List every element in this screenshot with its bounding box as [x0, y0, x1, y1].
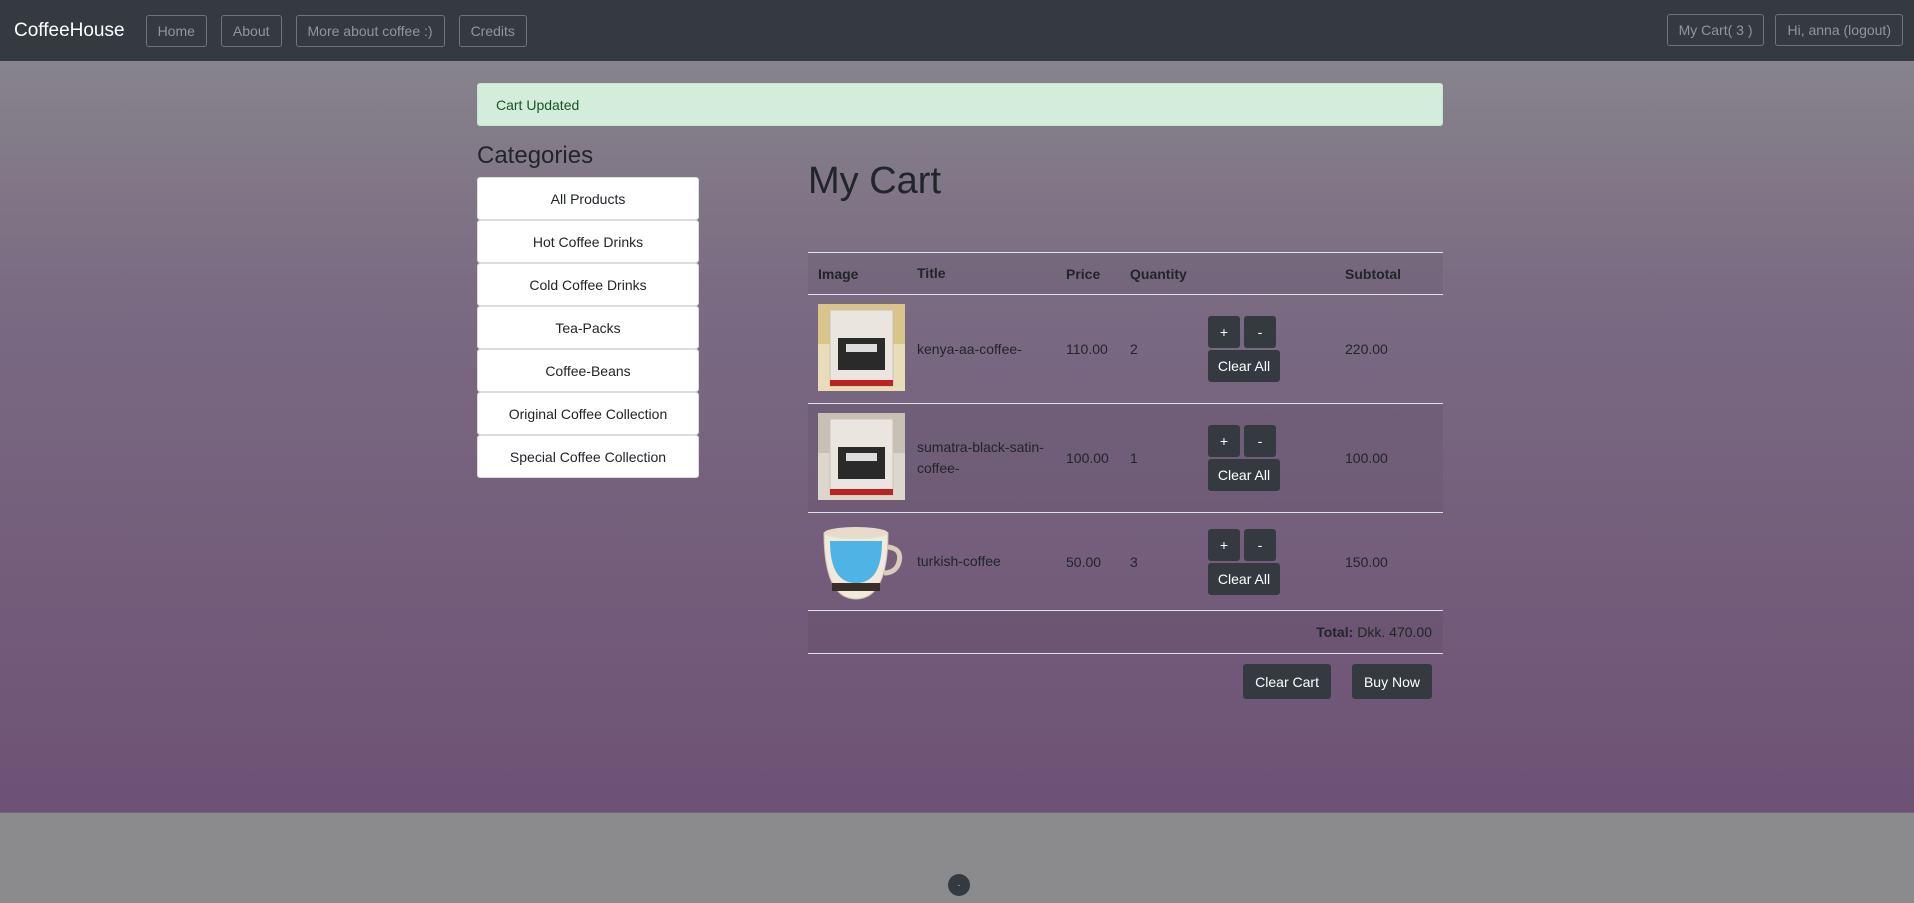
- clear-all-button[interactable]: Clear All: [1208, 350, 1280, 382]
- categories-list: All Products Hot Coffee Drinks Cold Coff…: [477, 177, 699, 478]
- header-title: Title: [917, 265, 946, 281]
- cart-actions: Clear Cart Buy Now: [808, 664, 1443, 699]
- cart-item-quantity: 3: [1130, 553, 1138, 570]
- navbar: CoffeeHouse Home About More about coffee…: [0, 0, 1914, 61]
- increase-quantity-button[interactable]: +: [1208, 528, 1240, 561]
- cart-item-title: kenya-aa-coffee-: [917, 340, 1022, 357]
- category-hot-coffee-drinks[interactable]: Hot Coffee Drinks: [477, 220, 699, 263]
- scroll-top-button[interactable]: ·: [948, 874, 970, 896]
- my-cart-button[interactable]: My Cart( 3 ): [1666, 14, 1765, 46]
- header-subtotal: Subtotal: [1345, 265, 1401, 282]
- cart-updated-alert: Cart Updated: [477, 83, 1443, 126]
- decrease-quantity-button[interactable]: -: [1244, 425, 1276, 457]
- nav-about-button[interactable]: About: [220, 14, 282, 47]
- cart-item-quantity: 2: [1130, 341, 1138, 357]
- cart-item-subtotal: 100.00: [1345, 450, 1388, 466]
- total-label: Total:: [1316, 624, 1354, 640]
- alert-text: Cart Updated: [496, 96, 580, 113]
- cart-item-quantity: 1: [1130, 450, 1138, 466]
- nav-credits-button[interactable]: Credits: [458, 14, 527, 47]
- clear-all-button[interactable]: Clear All: [1208, 459, 1280, 491]
- table-row: turkish-coffee 50.00 3 + - Clear All 150.…: [808, 513, 1443, 611]
- cart-item-price: 100.00: [1066, 450, 1109, 466]
- cart-item-title: sumatra-black-satin-coffee-: [917, 439, 1044, 476]
- category-special-coffee-collection[interactable]: Special Coffee Collection: [477, 435, 699, 478]
- cart-item-price: 110.00: [1066, 341, 1108, 357]
- buy-now-button[interactable]: Buy Now: [1351, 664, 1432, 699]
- decrease-quantity-button[interactable]: -: [1244, 528, 1276, 561]
- coffee-bag-sumatra-icon: [818, 413, 905, 500]
- total-row: Total: Dkk. 470.00: [808, 611, 1443, 654]
- cart-item-subtotal: 150.00: [1345, 553, 1388, 570]
- cart-item-subtotal: 220.00: [1345, 341, 1388, 357]
- clear-all-button[interactable]: Clear All: [1208, 562, 1280, 595]
- cart-table: Image Title Price Quantity Subtotal keny…: [808, 252, 1443, 654]
- category-original-coffee-collection[interactable]: Original Coffee Collection: [477, 392, 699, 435]
- page-title: My Cart: [808, 160, 941, 202]
- categories-title: Categories: [477, 142, 594, 169]
- nav-home-button[interactable]: Home: [145, 14, 207, 47]
- increase-quantity-button[interactable]: +: [1208, 425, 1240, 457]
- header-image: Image: [818, 265, 859, 282]
- category-cold-coffee-drinks[interactable]: Cold Coffee Drinks: [477, 263, 699, 306]
- nav-more-about-coffee-button[interactable]: More about coffee :): [295, 14, 445, 47]
- cart-item-price: 50.00: [1066, 553, 1102, 570]
- decrease-quantity-button[interactable]: -: [1244, 316, 1276, 348]
- header-price: Price: [1066, 265, 1101, 282]
- coffee-bag-kenya-icon: [818, 304, 905, 391]
- category-coffee-beans[interactable]: Coffee-Beans: [477, 349, 699, 392]
- table-row: sumatra-black-satin-coffee- 100.00 1 + - …: [808, 404, 1443, 513]
- category-tea-packs[interactable]: Tea-Packs: [477, 306, 699, 349]
- increase-quantity-button[interactable]: +: [1208, 316, 1240, 348]
- brand-logo[interactable]: CoffeeHouse: [14, 20, 125, 42]
- logout-button[interactable]: Hi, anna (logout): [1775, 14, 1903, 46]
- table-row: kenya-aa-coffee- 110.00 2 + - Clear All 2…: [808, 295, 1443, 404]
- coffee-cup-icon: [823, 526, 903, 600]
- total-value: Dkk. 470.00: [1357, 624, 1432, 640]
- cart-item-title: turkish-coffee: [917, 553, 1001, 569]
- table-header: Image Title Price Quantity Subtotal: [808, 252, 1443, 295]
- clear-cart-button[interactable]: Clear Cart: [1243, 664, 1331, 699]
- category-all-products[interactable]: All Products: [477, 177, 699, 220]
- header-quantity: Quantity: [1130, 265, 1187, 282]
